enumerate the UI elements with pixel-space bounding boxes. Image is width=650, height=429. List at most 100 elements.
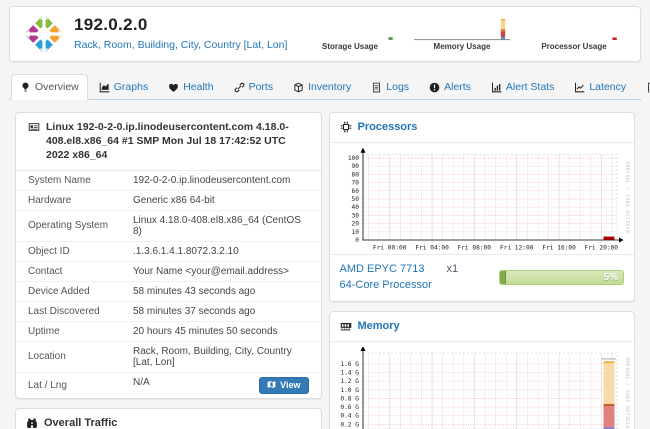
device-identity: 192.0.2.0 Rack, Room, Building, City, Co… [74, 15, 287, 53]
row-value: Generic x86 64-bit [121, 190, 321, 210]
mini-graph-label-processor: Processor Usage [526, 42, 622, 51]
view-location-button[interactable]: View [259, 377, 308, 394]
view-button-label: View [280, 380, 300, 390]
tab-logs[interactable]: Logs [362, 74, 418, 100]
system-panel-header: Linux 192-0-2-0.ip.linodeusercontent.com… [16, 113, 321, 171]
tab-graphs[interactable]: Graphs [90, 74, 157, 100]
row-label: Device Added [16, 281, 121, 301]
header-mini-graphs: Storage Usage Memory Usage Processor Usa… [302, 17, 626, 51]
svg-text:RRDTOOL / TOBI OETIKER: RRDTOOL / TOBI OETIKER [624, 357, 630, 429]
svg-text:50: 50 [351, 196, 359, 203]
overall-traffic-panel: Overall Traffic 050 k100 k150 kFri 00:00… [15, 408, 322, 429]
row-label: Object ID [16, 241, 121, 261]
cpu-info: AMD EPYC 7713x1 64-Core Processor [340, 262, 459, 294]
exclamation-circle-icon [429, 82, 440, 93]
table-row-hardware: HardwareGeneric x86 64-bit [16, 190, 321, 210]
tab-item-overview: Overview [11, 74, 90, 99]
mini-graph-label-memory: Memory Usage [414, 42, 510, 51]
mini-graph-storage[interactable]: Storage Usage [302, 17, 398, 51]
tab-item-latency: Latency [565, 74, 637, 99]
line-chart-icon [574, 82, 585, 93]
table-row-last-discovered: Last Discovered58 minutes 37 seconds ago [16, 301, 321, 321]
system-info-table: System Name192-0-2-0.ip.linodeuserconten… [16, 171, 321, 398]
tab-item-inventory: Inventory [284, 74, 362, 99]
page: 192.0.2.0 Rack, Room, Building, City, Co… [0, 0, 650, 429]
table-row-object-id: Object ID.1.3.6.1.4.1.8072.3.2.10 [16, 241, 321, 261]
tab-label: Health [183, 81, 213, 93]
device-location-link[interactable]: Rack, Room, Building, City, Country [Lat… [74, 39, 287, 51]
row-label: Operating System [16, 210, 121, 241]
svg-text:80: 80 [351, 171, 359, 178]
processors-panel: Processors 0102030405060708090100Fri 00:… [329, 112, 636, 302]
tab-label: Latency [589, 81, 626, 93]
heartbeat-icon [168, 82, 179, 93]
svg-text:100: 100 [347, 155, 358, 162]
svg-text:Fri 12:00: Fri 12:00 [499, 244, 533, 251]
svg-text:1.2 G: 1.2 G [340, 378, 359, 385]
row-label: Uptime [16, 321, 121, 341]
system-panel: Linux 192-0-2-0.ip.linodeusercontent.com… [15, 112, 322, 399]
svg-text:1.6 G: 1.6 G [340, 360, 359, 367]
content-area: Linux 192-0-2-0.ip.linodeusercontent.com… [9, 112, 641, 429]
svg-text:RRDTOOL / TOBI OETIKER: RRDTOOL / TOBI OETIKER [624, 161, 630, 233]
mini-graph-processor[interactable]: Processor Usage [526, 17, 622, 51]
row-value: 192-0-2-0.ip.linodeusercontent.com [121, 171, 321, 191]
cpu-name-link[interactable]: AMD EPYC 7713 [340, 263, 425, 275]
svg-text:Fri 00:00: Fri 00:00 [372, 244, 406, 251]
tab-label: Graphs [114, 81, 148, 93]
svg-text:Fri 20:00: Fri 20:00 [584, 244, 618, 251]
tab-health[interactable]: Health [159, 74, 222, 100]
row-value: 58 minutes 43 seconds ago [121, 281, 321, 301]
system-title: Linux 192-0-2-0.ip.linodeusercontent.com… [46, 120, 309, 163]
tab-item-ports: Ports [225, 74, 285, 99]
table-row-location: LocationRack, Room, Building, City, Coun… [16, 341, 321, 372]
tab-inventory[interactable]: Inventory [284, 74, 360, 100]
tab-latency[interactable]: Latency [565, 74, 635, 100]
svg-text:Fri 16:00: Fri 16:00 [542, 244, 576, 251]
svg-text:70: 70 [351, 179, 359, 186]
row-value: 58 minutes 37 seconds ago [121, 301, 321, 321]
tab-label: Alerts [444, 81, 471, 93]
processors-title-link[interactable]: Processors [358, 120, 418, 135]
row-value: 20 hours 45 minutes 50 seconds [121, 321, 321, 341]
bar-chart-icon [491, 82, 502, 93]
tab-label: Alert Stats [506, 81, 554, 93]
svg-text:0.6 G: 0.6 G [340, 404, 359, 411]
table-row-device-added: Device Added58 minutes 43 seconds ago [16, 281, 321, 301]
svg-text:Fri 04:00: Fri 04:00 [415, 244, 449, 251]
svg-text:30: 30 [351, 212, 359, 219]
tab-label: Ports [249, 81, 274, 93]
tab-ports[interactable]: Ports [225, 74, 283, 100]
map-icon [267, 380, 276, 391]
tab-alerts[interactable]: Alerts [420, 74, 480, 100]
binoculars-icon [26, 417, 38, 429]
lightbulb-icon [20, 82, 31, 93]
tab-item-notes: Notes [637, 74, 650, 99]
memory-usage-sparkline[interactable] [414, 17, 510, 41]
processors-graph[interactable]: 0102030405060708090100Fri 00:00Fri 04:00… [330, 143, 635, 254]
mini-graph-memory[interactable]: Memory Usage [414, 17, 510, 51]
link-icon [234, 82, 245, 93]
memory-panel: Memory 0.00.2 G0.4 G0.6 G0.8 G1.0 G1.2 G… [329, 311, 636, 429]
tab-alert-stats[interactable]: Alert Stats [482, 74, 563, 100]
memory-title-link[interactable]: Memory [358, 319, 400, 334]
svg-text:0.4 G: 0.4 G [340, 412, 359, 419]
tab-notes[interactable]: Notes [637, 74, 650, 100]
tab-label: Logs [386, 81, 409, 93]
tab-overview[interactable]: Overview [11, 74, 88, 100]
tab-item-alerts: Alerts [420, 74, 482, 99]
memory-graph[interactable]: 0.00.2 G0.4 G0.6 G0.8 G1.0 G1.2 G1.4 G1.… [330, 342, 635, 429]
device-title: 192.0.2.0 [74, 15, 287, 35]
table-row-uptime: Uptime20 hours 45 minutes 50 seconds [16, 321, 321, 341]
svg-text:10: 10 [351, 229, 359, 236]
tab-label: Overview [35, 81, 79, 93]
processor-usage-sparkline[interactable] [526, 17, 622, 41]
device-os-icon [28, 121, 40, 133]
area-chart-icon [99, 82, 110, 93]
row-label: Location [16, 341, 121, 372]
cpu-desc-link[interactable]: 64-Core Processor [340, 279, 432, 291]
row-value: Rack, Room, Building, City, Country [Lat… [121, 341, 321, 372]
svg-text:20: 20 [351, 220, 359, 227]
storage-usage-sparkline[interactable] [302, 17, 398, 41]
device-header-card: 192.0.2.0 Rack, Room, Building, City, Co… [9, 6, 641, 62]
